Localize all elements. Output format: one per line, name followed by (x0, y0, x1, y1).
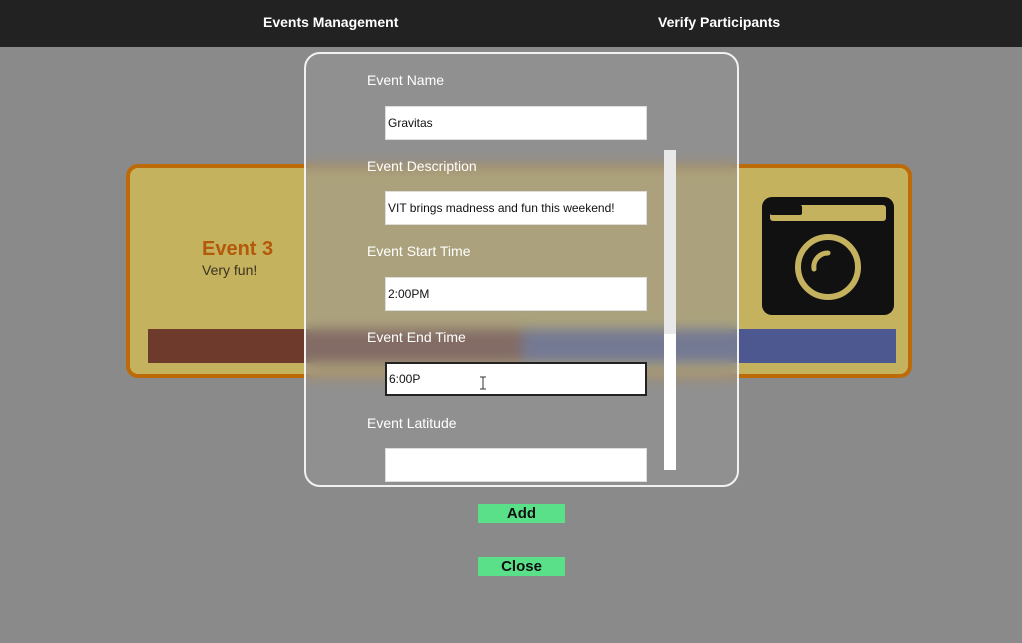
event-latitude-label: Event Latitude (367, 415, 457, 431)
add-event-modal: Event Name Event Description Event Start… (304, 52, 739, 487)
event-name-input[interactable] (385, 106, 647, 140)
nav-verify-participants[interactable]: Verify Participants (658, 14, 780, 30)
event-start-time-input[interactable] (385, 277, 647, 311)
camera-icon (762, 197, 894, 315)
nav-events-management[interactable]: Events Management (263, 14, 398, 30)
text-cursor-icon (480, 376, 486, 390)
event-start-time-label: Event Start Time (367, 243, 471, 259)
event-latitude-input[interactable] (385, 448, 647, 482)
close-button[interactable]: Close (478, 557, 565, 576)
event-end-time-label: Event End Time (367, 329, 466, 345)
modal-scrollbar-thumb[interactable] (664, 334, 676, 470)
event-description-input[interactable] (385, 191, 647, 225)
top-navbar: Events Management Verify Participants (0, 0, 1022, 47)
event-end-time-input[interactable] (385, 362, 647, 396)
event-description-label: Event Description (367, 158, 477, 174)
add-button[interactable]: Add (478, 504, 565, 523)
event-title: Event 3 (202, 238, 274, 260)
event-name-label: Event Name (367, 72, 445, 88)
event-description: Very fun! (202, 262, 258, 278)
